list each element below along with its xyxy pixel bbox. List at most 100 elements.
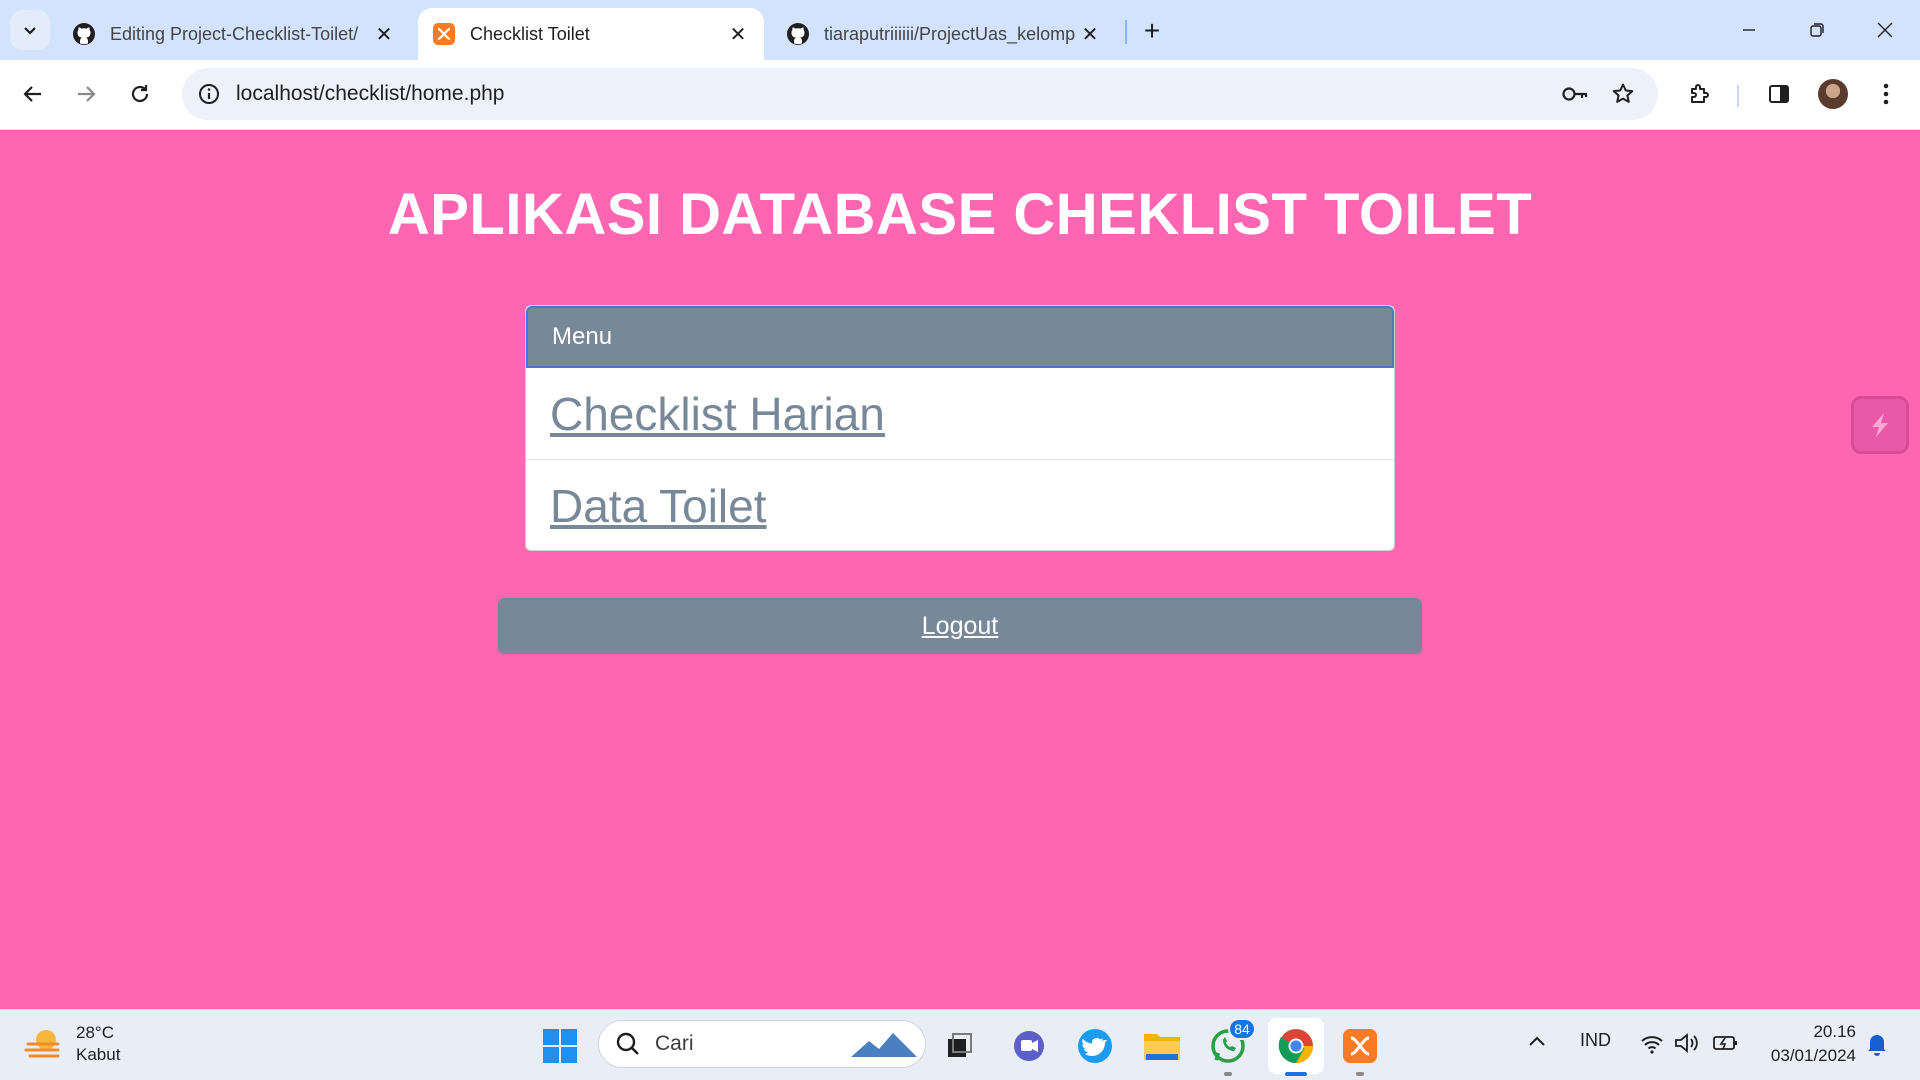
taskbar-app-teams[interactable] <box>1005 1022 1053 1070</box>
battery-charging-icon <box>1713 1036 1737 1050</box>
chat-icon <box>1014 1031 1044 1061</box>
restore-button[interactable] <box>1794 8 1840 52</box>
menu-header: Menu <box>526 306 1394 368</box>
github-icon <box>72 22 96 46</box>
weather-fog-icon <box>24 1030 60 1058</box>
task-view-icon <box>948 1033 972 1057</box>
twitter-icon <box>1078 1029 1112 1063</box>
forward-button[interactable] <box>66 74 106 114</box>
profile-button[interactable] <box>1813 74 1853 114</box>
address-bar[interactable]: localhost/checklist/home.php <box>182 68 1658 120</box>
minimize-icon <box>1743 29 1755 31</box>
tab-checklist-toilet[interactable]: Checklist Toilet ✕ <box>418 8 764 60</box>
data-toilet-link[interactable]: Data Toilet <box>550 479 767 533</box>
volume-button[interactable] <box>1674 1032 1700 1059</box>
xampp-icon <box>1343 1029 1377 1063</box>
chrome-icon <box>1278 1029 1313 1063</box>
arrow-right-icon <box>78 86 96 102</box>
menu-card: Menu Checklist Harian Data Toilet <box>525 305 1395 551</box>
list-item: Checklist Harian <box>526 368 1394 460</box>
side-panel-button[interactable] <box>1759 74 1799 114</box>
clock-date: 03/01/2024 <box>1770 1046 1856 1065</box>
close-icon[interactable]: ✕ <box>372 22 396 46</box>
bell-icon <box>1868 1035 1886 1056</box>
page-content: APLIKASI DATABASE CHEKLIST TOILET Menu C… <box>0 131 1920 1009</box>
restore-icon <box>1810 23 1824 37</box>
battery-button[interactable] <box>1712 1032 1740 1059</box>
taskbar-app-xampp[interactable] <box>1336 1022 1384 1076</box>
reload-icon <box>131 85 149 103</box>
arrow-left-icon <box>23 86 41 102</box>
browser-tab-bar: Editing Project-Checklist-Toilet/ ✕ Chec… <box>0 0 1920 60</box>
more-vert-icon <box>1883 83 1889 105</box>
minimize-button[interactable] <box>1726 8 1772 52</box>
taskbar: 28°C Kabut Cari 84 IND 20.16 03/01/2024 <box>0 1009 1920 1080</box>
taskbar-search[interactable]: Cari <box>598 1020 926 1068</box>
tab-title: Editing Project-Checklist-Toilet/ <box>110 23 359 44</box>
chevron-up-icon <box>1529 1036 1545 1046</box>
tab-title: Checklist Toilet <box>470 23 590 44</box>
search-placeholder: Cari <box>655 1032 694 1055</box>
weather-condition: Kabut <box>76 1045 121 1064</box>
notifications-button[interactable] <box>1866 1032 1888 1061</box>
taskbar-app-chrome[interactable] <box>1268 1018 1324 1076</box>
close-window-button[interactable] <box>1862 8 1908 52</box>
weather-widget[interactable]: 28°C Kabut <box>24 1022 120 1066</box>
network-button[interactable] <box>1640 1034 1664 1059</box>
star-icon <box>1612 83 1634 103</box>
clock[interactable]: 20.16 03/01/2024 <box>1754 1020 1856 1068</box>
password-key-button[interactable] <box>1555 74 1595 114</box>
taskbar-app-whatsapp[interactable]: 84 <box>1204 1018 1256 1076</box>
floating-extension-button[interactable] <box>1851 396 1909 454</box>
site-info-icon[interactable] <box>194 79 224 109</box>
logout-link[interactable]: Logout <box>922 612 998 641</box>
avatar <box>1818 79 1848 109</box>
search-highlight-icon <box>851 1029 917 1057</box>
running-indicator <box>1224 1072 1232 1076</box>
browser-toolbar: localhost/checklist/home.php <box>0 60 1920 130</box>
bookmark-button[interactable] <box>1603 74 1643 114</box>
browser-menu-button[interactable] <box>1866 74 1906 114</box>
bolt-icon <box>1872 413 1888 437</box>
chevron-down-icon <box>24 27 36 35</box>
puzzle-icon <box>1691 84 1709 103</box>
tab-title: tiaraputriiiiii/ProjectUas_kelomp <box>824 23 1076 44</box>
tab-github-repo[interactable]: tiaraputriiiiii/ProjectUas_kelomp ✕ <box>772 8 1116 60</box>
active-indicator <box>1285 1072 1307 1076</box>
side-panel-icon <box>1769 85 1789 103</box>
reload-button[interactable] <box>120 74 160 114</box>
tab-divider <box>1125 20 1127 44</box>
logout-button[interactable]: Logout <box>498 598 1422 654</box>
start-button[interactable] <box>536 1022 584 1070</box>
github-icon <box>786 22 810 46</box>
extensions-button[interactable] <box>1679 74 1719 114</box>
key-icon <box>1562 87 1588 101</box>
list-item: Data Toilet <box>526 460 1394 550</box>
page-title: APLIKASI DATABASE CHEKLIST TOILET <box>387 182 1533 247</box>
back-button[interactable] <box>13 74 53 114</box>
new-tab-button[interactable]: + <box>1135 14 1169 48</box>
language-indicator[interactable]: IND <box>1580 1030 1611 1051</box>
windows-icon <box>543 1029 577 1063</box>
taskbar-app-twitter[interactable] <box>1071 1022 1119 1070</box>
taskbar-app-file-explorer[interactable] <box>1138 1022 1186 1070</box>
close-icon[interactable]: ✕ <box>726 22 750 46</box>
clock-time: 20.16 <box>1813 1022 1856 1041</box>
url-text[interactable]: localhost/checklist/home.php <box>236 82 504 106</box>
toolbar-divider <box>1737 85 1739 107</box>
plus-icon: + <box>1143 15 1161 46</box>
xampp-icon <box>432 22 456 46</box>
show-hidden-icons-button[interactable] <box>1528 1032 1546 1053</box>
folder-icon <box>1144 1034 1180 1060</box>
checklist-harian-link[interactable]: Checklist Harian <box>550 387 885 441</box>
notification-badge: 84 <box>1228 1018 1256 1040</box>
close-icon[interactable]: ✕ <box>1078 22 1102 46</box>
close-icon <box>1877 22 1893 38</box>
taskbar-app-task-view[interactable] <box>936 1022 984 1070</box>
tab-search-button[interactable] <box>10 10 50 50</box>
running-indicator <box>1356 1072 1364 1076</box>
weather-temp: 28°C <box>76 1023 114 1042</box>
speaker-icon <box>1675 1033 1698 1053</box>
search-icon <box>616 1032 639 1055</box>
tab-editing-project[interactable]: Editing Project-Checklist-Toilet/ ✕ <box>58 8 410 60</box>
